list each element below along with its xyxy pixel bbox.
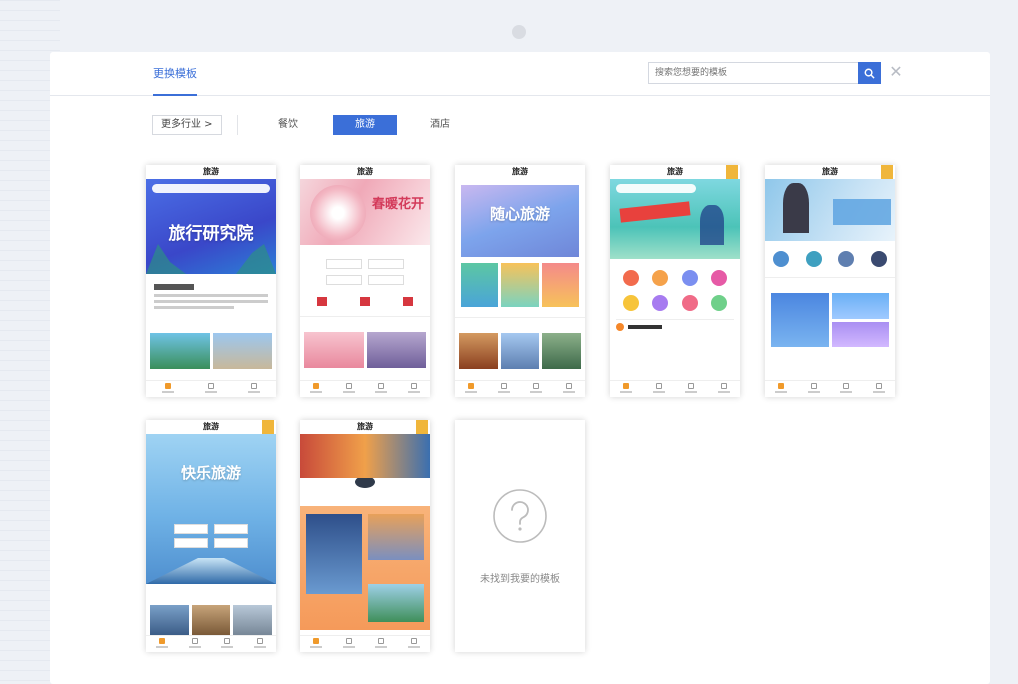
banner-title: 旅行研究院: [168, 224, 254, 244]
search-icon: [864, 68, 875, 79]
card-banner: [300, 434, 430, 478]
not-found-label: 未找到我要的模板: [480, 574, 560, 585]
card-title: 旅游: [357, 422, 373, 431]
banner-title: 春暖花开: [371, 197, 424, 212]
card-title: 旅游: [512, 167, 528, 176]
mini-tabbar: [146, 380, 276, 397]
card-banner: [610, 179, 740, 259]
category-catering[interactable]: 餐饮: [256, 115, 320, 135]
template-not-found-card[interactable]: 未找到我要的模板: [455, 420, 585, 652]
question-circle-icon: [493, 489, 547, 543]
mini-tabbar: [765, 380, 895, 397]
mini-tabbar: [455, 380, 585, 397]
card-title: 旅游: [357, 167, 373, 176]
search-button[interactable]: [858, 62, 881, 84]
card-title: 旅游: [822, 167, 838, 176]
modal-header: 更换模板 ✕: [50, 52, 990, 96]
card-banner: [765, 179, 895, 241]
template-card-6[interactable]: 旅游 快乐旅游: [146, 420, 276, 652]
mini-search-bar: [152, 184, 270, 193]
template-card-2[interactable]: 旅游 春暖花开: [300, 165, 430, 397]
card-title: 旅游: [667, 167, 683, 176]
banner-title: 随心旅游: [489, 205, 550, 223]
card-banner: 旅行研究院: [146, 179, 276, 274]
mini-tabbar: [146, 635, 276, 652]
camera-dot: [512, 25, 526, 39]
card-title: 旅游: [203, 422, 219, 431]
template-modal: 更换模板 ✕ 更多行业 > 餐饮 旅游 酒店 旅游 旅行研究院 旅游: [50, 52, 990, 684]
template-card-7[interactable]: 旅游: [300, 420, 430, 652]
card-title: 旅游: [203, 167, 219, 176]
card-banner: 随心旅游: [461, 185, 579, 257]
template-search-input[interactable]: [648, 62, 858, 84]
more-industries-button[interactable]: 更多行业 >: [152, 115, 222, 135]
mini-tabbar: [300, 635, 430, 652]
template-card-4[interactable]: 旅游: [610, 165, 740, 397]
card-banner: 春暖花开: [300, 179, 430, 245]
template-card-3[interactable]: 旅游 随心旅游: [455, 165, 585, 397]
template-card-1[interactable]: 旅游 旅行研究院: [146, 165, 276, 397]
card-banner: 快乐旅游: [146, 434, 276, 584]
mini-tabbar: [300, 380, 430, 397]
category-hotel[interactable]: 酒店: [408, 115, 472, 135]
filter-divider: [237, 115, 238, 135]
category-travel[interactable]: 旅游: [333, 115, 397, 135]
close-icon[interactable]: ✕: [888, 64, 904, 80]
mini-tabbar: [610, 380, 740, 397]
tab-change-template[interactable]: 更换模板: [153, 66, 197, 96]
template-card-5[interactable]: 旅游: [765, 165, 895, 397]
banner-title: 快乐旅游: [180, 464, 241, 482]
